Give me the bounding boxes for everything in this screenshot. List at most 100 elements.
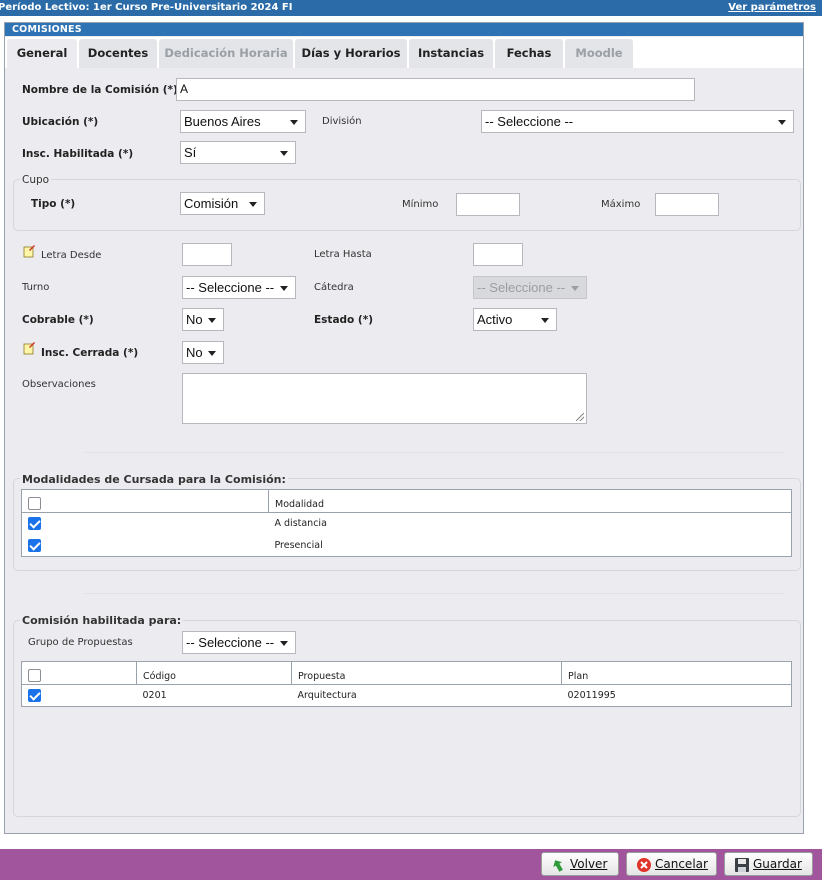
estado-label: Estado (*) [314,314,374,326]
checkbox-cell [21,684,137,707]
chevron-down-icon [571,286,579,291]
insc-cerrada-value: No [186,345,203,360]
turno-label: Turno [22,282,50,293]
chevron-down-icon [280,286,288,291]
division-select[interactable]: -- Seleccione -- [481,110,794,133]
cancel-x-icon [637,858,651,872]
period-label: Período Lectivo: 1er Curso Pre-Universit… [0,2,293,13]
guardar-label: Guardar [753,857,802,871]
select-all-checkbox[interactable] [28,669,41,682]
plan-cell: 02011995 [561,684,792,707]
ubicacion-select[interactable]: Buenos Aires [180,110,306,133]
cancelar-button[interactable]: Cancelar [626,852,717,876]
cobrable-select[interactable]: No [182,308,224,331]
select-all-cell [21,489,269,513]
codigo-cell: 0201 [136,684,292,707]
division-label: División [322,116,362,127]
resize-grip-icon[interactable] [576,413,584,421]
letra-desde-input[interactable] [182,243,232,266]
chevron-down-icon [208,351,216,356]
top-bar: Período Lectivo: 1er Curso Pre-Universit… [0,0,822,16]
section-divider [85,593,785,594]
table-row: 0201 Arquitectura 02011995 [21,684,792,707]
chevron-down-icon [541,318,549,323]
grupo-propuestas-value: -- Seleccione -- [186,635,275,650]
modalidad-header: Modalidad [268,489,792,513]
guardar-button[interactable]: Guardar [724,852,813,876]
row-checkbox[interactable] [28,538,41,552]
table-row: Presencial [21,534,792,557]
tipo-select[interactable]: Comisión [180,192,265,215]
comisiones-panel: COMISIONES General Docentes Dedicación H… [4,22,804,834]
catedra-label: Cátedra [314,282,354,293]
habilitada-legend: Comisión habilitada para: [20,614,184,627]
chevron-down-icon [249,202,257,207]
letra-desde-label: Letra Desde [41,250,102,261]
chevron-down-icon [208,318,216,323]
volver-button[interactable]: Volver [541,852,619,876]
nombre-label: Nombre de la Comisión (*) [22,84,178,96]
modalidad-cell: Presencial [268,534,792,557]
cobrable-value: No [186,312,203,327]
insc-cerrada-select[interactable]: No [182,341,224,364]
modalidad-cell: A distancia [268,512,792,535]
maximo-label: Máximo [601,199,641,210]
maximo-input[interactable] [655,193,719,216]
codigo-header: Código [136,661,292,685]
tab-docentes[interactable]: Docentes [79,39,157,68]
grupo-propuestas-select[interactable]: -- Seleccione -- [182,631,296,654]
minimo-input[interactable] [456,193,520,216]
insc-habilitada-value: Sí [184,145,197,160]
row-checkbox[interactable] [28,689,41,702]
propuesta-cell: Arquitectura [291,684,562,707]
volver-label: Volver [570,857,608,871]
minimo-label: Mínimo [402,199,439,210]
grupo-propuestas-label: Grupo de Propuestas [28,637,133,648]
modalidades-table: Modalidad A distancia Presencial [21,489,792,557]
tab-bar: General Docentes Dedicación Horaria Días… [5,37,803,68]
chevron-down-icon [280,151,288,156]
tipo-value: Comisión [184,196,239,211]
chevron-down-icon [290,120,298,125]
tipo-label: Tipo (*) [31,198,76,210]
tab-fechas[interactable]: Fechas [495,39,563,68]
insc-cerrada-label: Insc. Cerrada (*) [41,347,139,359]
panel-title: COMISIONES [5,23,803,36]
plan-header: Plan [561,661,792,685]
section-divider [85,452,785,453]
checkbox-cell [21,512,269,535]
division-value: -- Seleccione -- [485,114,574,129]
note-pencil-icon [23,245,35,258]
chevron-down-icon [778,120,786,125]
arrow-back-icon [553,860,563,872]
observaciones-label: Observaciones [22,379,96,390]
table-row: A distancia [21,512,792,535]
observaciones-textarea[interactable] [182,373,587,424]
tab-dedicacion-horaria: Dedicación Horaria [159,39,293,68]
params-link[interactable]: Ver parámetros [728,0,816,16]
insc-habilitada-select[interactable]: Sí [180,141,296,164]
row-checkbox[interactable] [28,517,41,531]
letra-hasta-input[interactable] [473,243,523,266]
habilitada-fieldset [13,620,801,817]
chevron-down-icon [280,641,288,646]
tab-dias-horarios[interactable]: Días y Horarios [295,39,407,68]
estado-value: Activo [477,312,513,327]
cobrable-label: Cobrable (*) [22,314,94,326]
select-all-checkbox[interactable] [28,497,41,510]
insc-habilitada-label: Insc. Habilitada (*) [22,148,134,160]
estado-select[interactable]: Activo [473,308,557,331]
tab-instancias[interactable]: Instancias [409,39,493,68]
cupo-legend: Cupo [20,174,52,186]
cancelar-label: Cancelar [655,857,708,871]
catedra-value: -- Seleccione -- [477,280,566,295]
note-pencil-icon [23,342,35,355]
footer-bar: Volver Cancelar Guardar [0,849,822,880]
letra-hasta-label: Letra Hasta [314,249,372,260]
modalidades-legend: Modalidades de Cursada para la Comisión: [20,473,288,486]
nombre-input[interactable]: A [176,78,695,101]
tab-general[interactable]: General [7,39,77,68]
turno-select[interactable]: -- Seleccione -- [182,276,296,299]
floppy-disk-icon [735,858,749,872]
ubicacion-label: Ubicación (*) [22,116,99,128]
